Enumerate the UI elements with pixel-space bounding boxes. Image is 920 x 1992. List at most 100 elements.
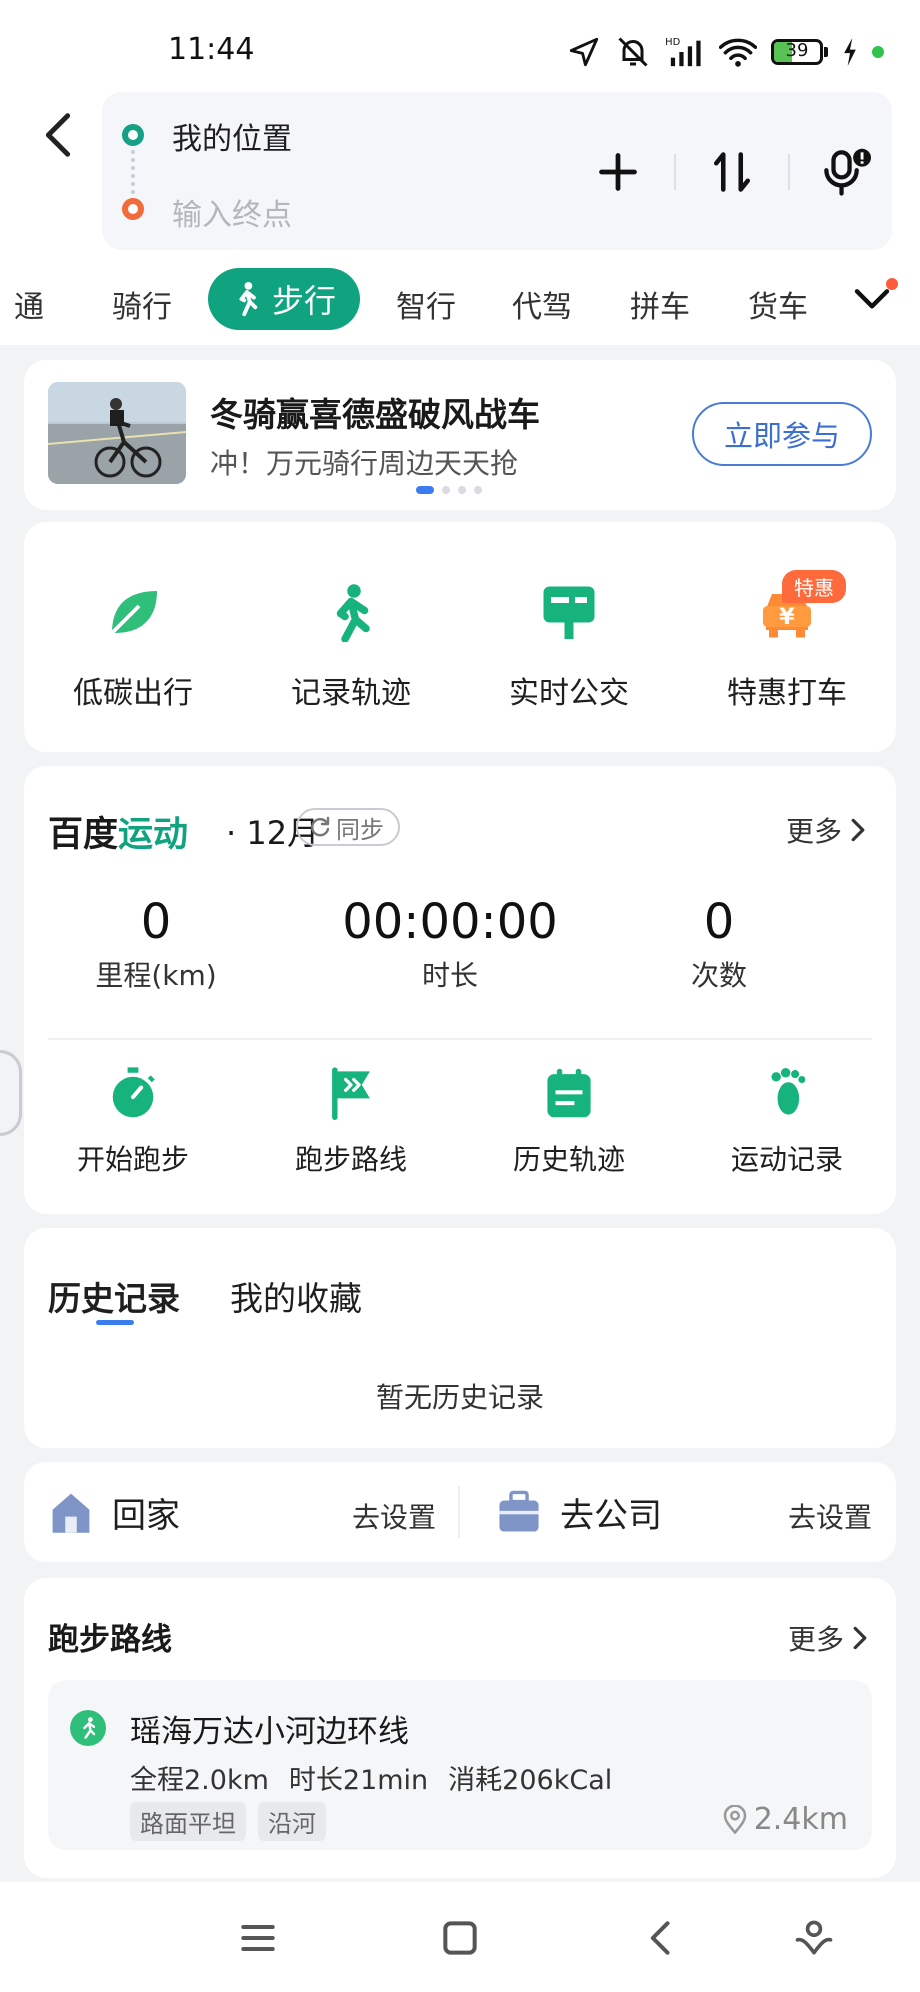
stat-duration: 00:00:00 时长 [334, 894, 566, 994]
tab-walking-label: 步行 [271, 282, 336, 320]
tab-freight[interactable]: 货车 [748, 282, 808, 326]
sync-button[interactable]: 同步 [296, 808, 400, 846]
runner-badge-icon [70, 1710, 106, 1746]
stopwatch-icon [112, 1067, 155, 1118]
stat-distance-label: 里程(km) [95, 959, 217, 992]
low-carbon-button[interactable]: 低碳出行 [24, 522, 242, 752]
history-track-label: 历史轨迹 [512, 1143, 625, 1176]
tab-walking[interactable]: 步行 [208, 268, 360, 330]
leaf-icon [110, 591, 157, 635]
route-tags: 路面平坦 沿河 [130, 1802, 326, 1841]
history-empty-text: 暂无历史记录 [375, 1381, 544, 1414]
swap-arrows-icon [713, 152, 751, 192]
quick-actions: 低碳出行 记录轨迹 实时公交 ¥ 特惠打车 特惠 [24, 522, 896, 752]
sport-title-b: 运动 [118, 815, 189, 855]
running-routes-button[interactable]: 跑步路线 [242, 1066, 460, 1178]
route-name: 瑶海万达小河边环线 [130, 1714, 409, 1750]
sport-record-button[interactable]: 运动记录 [678, 1066, 896, 1178]
back-button[interactable] [38, 110, 78, 160]
record-track-button[interactable]: 记录轨迹 [242, 522, 460, 752]
add-waypoint-button[interactable] [588, 142, 648, 202]
route-input-box: 我的位置 输入终点 [102, 92, 892, 250]
swap-route-button[interactable] [702, 142, 762, 202]
action-divider [788, 154, 790, 190]
signal-icon: HD [665, 37, 701, 67]
route-list-item[interactable]: 瑶海万达小河边环线 全程2.0km 时长21min 消耗206kCal 路面平坦… [48, 1680, 872, 1850]
realtime-bus-button[interactable]: 实时公交 [460, 522, 678, 752]
running-routes-label: 跑步路线 [294, 1143, 407, 1176]
assistant-button[interactable] [792, 1916, 836, 1960]
tab-cycling[interactable]: 骑行 [112, 282, 172, 326]
tab-favorites[interactable]: 我的收藏 [230, 1272, 362, 1320]
battery-level: 39 [785, 40, 809, 61]
start-running-button[interactable]: 开始跑步 [24, 1066, 242, 1178]
status-icons: HD 39 [567, 34, 884, 70]
tab-designated-driver[interactable]: 代驾 [512, 282, 572, 326]
bus-stop-icon [543, 586, 595, 639]
running-route-more-label: 更多 [787, 1623, 844, 1656]
start-dot-icon [122, 124, 144, 146]
stat-duration-label: 时长 [421, 959, 478, 992]
end-dot-icon [122, 198, 144, 220]
chevron-right-icon [853, 1626, 867, 1650]
sport-more-link[interactable]: 更多 [786, 810, 866, 850]
square-icon [443, 1921, 477, 1955]
company-label: 去公司 [560, 1495, 662, 1536]
route-tag: 沿河 [258, 1802, 326, 1841]
history-track-button[interactable]: 历史轨迹 [460, 1066, 678, 1178]
home-setup-link[interactable]: 去设置 [352, 1496, 436, 1536]
refresh-icon [311, 816, 330, 837]
charging-icon [844, 38, 856, 66]
company-setup-link[interactable]: 去设置 [788, 1496, 872, 1536]
destination-input[interactable]: 输入终点 [172, 190, 292, 234]
sport-title: 百度运动 [48, 806, 188, 857]
sync-label: 同步 [336, 815, 384, 844]
tab-transit[interactable]: 通 [14, 282, 44, 326]
sport-more-label: 更多 [785, 815, 842, 848]
stat-count-value: 0 [703, 894, 735, 950]
discount-taxi-button[interactable]: ¥ 特惠打车 [678, 522, 896, 752]
home-nav-button[interactable] [438, 1916, 482, 1960]
home-shortcut[interactable]: 回家 [48, 1462, 180, 1562]
route-duration: 时长21min [288, 1765, 429, 1796]
route-distance-value: 2.4km [753, 1802, 848, 1837]
notification-dot [886, 278, 898, 290]
voice-input-button[interactable] [816, 142, 876, 202]
promo-banner[interactable]: 冬骑赢喜德盛破风战车 冲！万元骑行周边天天抢 立即参与 [24, 360, 896, 510]
join-now-button[interactable]: 立即参与 [692, 402, 872, 466]
route-meta: 全程2.0km 时长21min 消耗206kCal [130, 1758, 612, 1797]
calendar-icon [547, 1068, 591, 1118]
side-drawer-handle[interactable] [0, 1050, 22, 1136]
shortcut-divider [458, 1486, 460, 1538]
sport-card: 百度运动 · 12月 同步 更多 0 里程(km) 00:00:00 时长 0 … [24, 766, 896, 1214]
tab-history[interactable]: 历史记录 [48, 1272, 180, 1320]
record-track-label: 记录轨迹 [291, 676, 411, 711]
start-location-field[interactable]: 我的位置 [172, 114, 292, 158]
route-connector [131, 150, 135, 194]
stat-duration-value: 00:00:00 [342, 894, 558, 950]
plus-icon [599, 153, 637, 191]
running-route-card: 跑步路线 更多 瑶海万达小河边环线 全程2.0km 时长21min 消耗206k… [24, 1578, 896, 1878]
running-route-more-link[interactable]: 更多 [788, 1618, 868, 1658]
svg-text:HD: HD [665, 37, 680, 48]
status-time: 11:44 [168, 32, 255, 67]
company-shortcut[interactable]: 去公司 [496, 1462, 662, 1562]
route-distance-away: 2.4km [722, 1802, 848, 1837]
start-running-label: 开始跑步 [76, 1143, 189, 1176]
chevron-left-icon [45, 113, 71, 157]
route-tag: 路面平坦 [130, 1802, 246, 1841]
menu-button[interactable] [236, 1916, 280, 1960]
battery-indicator: 39 [771, 39, 828, 65]
carousel-indicator [416, 486, 482, 494]
realtime-bus-label: 实时公交 [509, 676, 629, 711]
tab-smart[interactable]: 智行 [396, 282, 456, 326]
banner-title: 冬骑赢喜德盛破风战车 [210, 395, 540, 434]
walker-icon [239, 281, 258, 317]
menu-icon [241, 1924, 275, 1952]
stat-count-label: 次数 [690, 959, 747, 992]
back-nav-button[interactable] [640, 1916, 684, 1960]
route-length: 全程2.0km [130, 1765, 269, 1796]
tab-carpool[interactable]: 拼车 [630, 282, 690, 326]
home-company-card: 回家 去设置 去公司 去设置 [24, 1462, 896, 1562]
walker-icon [336, 584, 370, 642]
